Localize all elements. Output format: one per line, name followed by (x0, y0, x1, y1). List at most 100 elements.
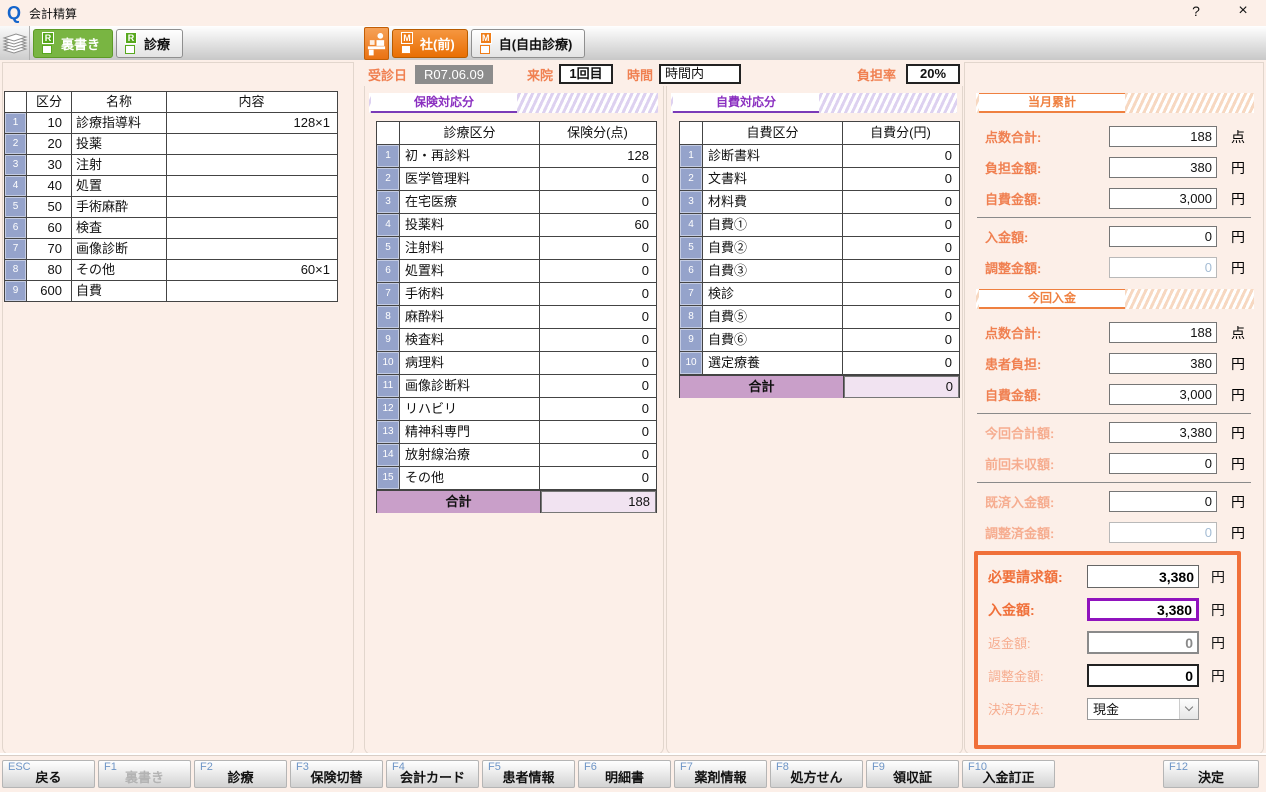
tab[interactable]: M 社(前) (392, 29, 468, 58)
row-number: 7 (5, 239, 27, 259)
table-row[interactable]: 11 画像診断料 0 (377, 374, 656, 397)
table-row[interactable]: 4 投薬料 60 (377, 213, 656, 236)
current-patient-burden-field[interactable] (1109, 353, 1217, 374)
table-row[interactable]: 7 手術料 0 (377, 282, 656, 305)
tab[interactable]: R 裏書き (33, 29, 113, 58)
table-row[interactable]: 4 自費① 0 (680, 213, 959, 236)
category-table-header: 区分 名称 内容 (5, 92, 337, 112)
table-row[interactable]: 14 放射線治療 0 (377, 443, 656, 466)
deposit-row: 入金額: 円 (982, 593, 1233, 626)
adjustment-input[interactable] (1087, 664, 1199, 687)
table-row[interactable]: 10 病理料 0 (377, 351, 656, 374)
function-key-button[interactable]: F5 患者情報 (482, 760, 575, 788)
function-key-button[interactable]: F12 決定 (1163, 760, 1259, 788)
function-key-button[interactable]: F1 裏書き (98, 760, 191, 788)
close-button[interactable]: × (1232, 2, 1254, 20)
required-billing-field[interactable] (1087, 565, 1199, 588)
table-row[interactable]: 8 80 その他 60×1 (5, 259, 337, 280)
current-points-field[interactable] (1109, 322, 1217, 343)
reception-button[interactable] (364, 27, 389, 60)
divider (977, 413, 1251, 414)
previous-unpaid-field[interactable] (1109, 453, 1217, 474)
table-row[interactable]: 2 文書料 0 (680, 167, 959, 190)
function-key-button[interactable]: F10 入金訂正 (962, 760, 1055, 788)
table-row[interactable]: 7 検診 0 (680, 282, 959, 305)
row-number: 8 (680, 306, 703, 328)
table-row[interactable]: 8 自費⑤ 0 (680, 305, 959, 328)
previous-unpaid-row: 前回未収額: 円 (965, 448, 1263, 479)
table-row[interactable]: 9 自費⑥ 0 (680, 328, 959, 351)
table-row[interactable]: 2 20 投薬 (5, 133, 337, 154)
table-row[interactable]: 13 精神科専門 0 (377, 420, 656, 443)
table-row[interactable]: 9 600 自費 (5, 280, 337, 301)
summary-panel: 当月累計 点数合計: 点 負担金額: 円 自費金額: 円 入金額: 円 調整金額… (964, 62, 1264, 755)
row-number: 6 (377, 260, 400, 282)
function-key-button[interactable]: F4 会計カード (386, 760, 479, 788)
monthly-adjust-field (1109, 257, 1217, 278)
burden-rate-value: 20% (906, 64, 960, 84)
current-selfpay-field[interactable] (1109, 384, 1217, 405)
tab[interactable]: M 自(自由診療) (471, 29, 586, 58)
table-row[interactable]: 2 医学管理料 0 (377, 167, 656, 190)
function-key-button[interactable]: F2 診療 (194, 760, 287, 788)
self-pay-table: 自費区分 自費分(円) 1 診断書料 0 2 文書料 0 3 材料 (679, 121, 960, 398)
reception-desk-icon (366, 30, 387, 56)
billing-highlight-box: 必要請求額: 円 入金額: 円 返金額: 円 調整金額: 円 決済方法: 現金 (974, 551, 1241, 749)
table-row[interactable]: 7 70 画像診断 (5, 238, 337, 259)
table-row[interactable]: 12 リハビリ 0 (377, 397, 656, 420)
table-row[interactable]: 3 在宅医療 0 (377, 190, 656, 213)
self-pay-section-title: 自費対応分 (673, 93, 819, 113)
table-row[interactable]: 6 自費③ 0 (680, 259, 959, 282)
table-row[interactable]: 5 50 手術麻酔 (5, 196, 337, 217)
self-pay-panel: 自費対応分 自費区分 自費分(円) 1 診断書料 0 2 文書料 0 (666, 86, 963, 755)
row-number: 3 (680, 191, 703, 213)
divider (977, 482, 1251, 483)
chevron-down-icon[interactable] (1179, 699, 1198, 719)
function-key-button[interactable]: ESC 戻る (2, 760, 95, 788)
table-row[interactable]: 1 10 診療指導料 128×1 (5, 112, 337, 133)
table-row[interactable]: 10 選定療養 0 (680, 351, 959, 374)
monthly-burden-field[interactable] (1109, 157, 1217, 178)
monthly-points-field[interactable] (1109, 126, 1217, 147)
function-key-bar: ESC 戻る F1 裏書き F2 診療 F3 保険切替 F4 会計カード (0, 755, 1266, 792)
function-key-button[interactable]: F8 処方せん (770, 760, 863, 788)
current-payment-band: 今回入金 (976, 289, 1254, 309)
current-total-row: 今回合計額: 円 (965, 417, 1263, 448)
table-row[interactable]: 15 その他 0 (377, 466, 656, 489)
row-number: 8 (5, 260, 27, 280)
table-row[interactable]: 6 60 検査 (5, 217, 337, 238)
visit-count-field[interactable]: 1回目 (559, 64, 613, 84)
table-row[interactable]: 9 検査料 0 (377, 328, 656, 351)
table-row[interactable]: 3 30 注射 (5, 154, 337, 175)
table-row[interactable]: 5 注射料 0 (377, 236, 656, 259)
print-stack-button[interactable] (0, 26, 30, 60)
function-key-button[interactable]: F9 領収証 (866, 760, 959, 788)
help-button[interactable]: ? (1186, 3, 1206, 19)
tab[interactable]: R 診療 (116, 29, 183, 58)
table-row[interactable]: 8 麻酔料 0 (377, 305, 656, 328)
row-number: 7 (680, 283, 703, 305)
paid-amount-field[interactable] (1109, 491, 1217, 512)
table-row[interactable]: 5 自費② 0 (680, 236, 959, 259)
monthly-total-band: 当月累計 (976, 93, 1254, 113)
table-row[interactable]: 6 処置料 0 (377, 259, 656, 282)
function-key-button[interactable]: F7 薬剤情報 (674, 760, 767, 788)
current-total-field[interactable] (1109, 422, 1217, 443)
table-row[interactable]: 1 診断書料 0 (680, 144, 959, 167)
row-number: 9 (5, 281, 27, 301)
function-key-button[interactable]: F3 保険切替 (290, 760, 383, 788)
required-billing-row: 必要請求額: 円 (982, 560, 1233, 593)
table-row[interactable]: 3 材料費 0 (680, 190, 959, 213)
tab-band: R 裏書き R 診療 (0, 26, 1266, 60)
row-number: 8 (377, 306, 400, 328)
monthly-deposit-field[interactable] (1109, 226, 1217, 247)
monthly-selfpay-field[interactable] (1109, 188, 1217, 209)
table-row[interactable]: 4 40 処置 (5, 175, 337, 196)
function-key-button[interactable]: F6 明細書 (578, 760, 671, 788)
payment-method-select[interactable]: 現金 (1087, 698, 1199, 720)
table-row[interactable]: 1 初・再診料 128 (377, 144, 656, 167)
deposit-input[interactable] (1087, 598, 1199, 621)
row-number: 1 (5, 113, 27, 133)
time-field[interactable]: 時間内 (659, 64, 741, 84)
current-payment-title: 今回入金 (979, 289, 1125, 309)
